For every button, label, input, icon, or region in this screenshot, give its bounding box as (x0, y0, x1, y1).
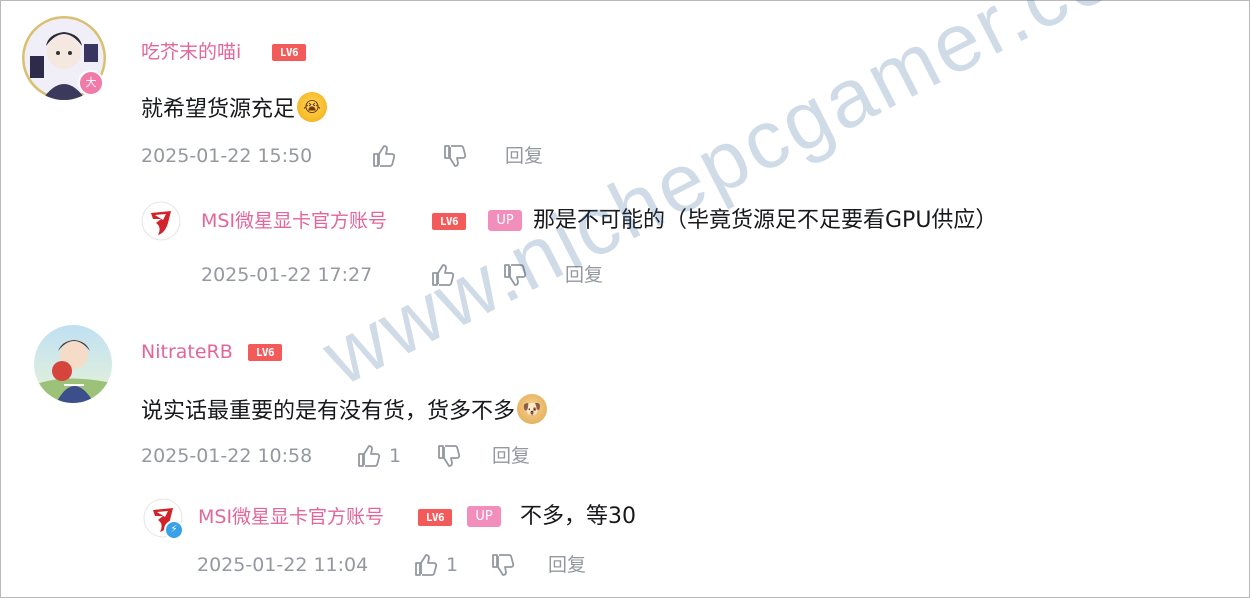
comment-text: 就希望货源充足 😭 (141, 92, 328, 125)
msi-dragon-logo-icon (141, 201, 181, 241)
doge-emoji-icon: 🐶 (517, 394, 548, 424)
thumbs-down-icon (438, 445, 461, 467)
level-badge: LV6 (418, 509, 452, 526)
username[interactable]: 吃芥末的喵i (141, 40, 241, 64)
like-count: 1 (389, 445, 402, 467)
reply-button[interactable]: 回复 (492, 444, 530, 468)
like-button[interactable] (413, 552, 439, 578)
thumbs-down-icon (504, 264, 527, 286)
thumbs-down-icon (492, 554, 515, 576)
verified-icon: ⚡ (164, 520, 184, 540)
level-badge: LV6 (432, 213, 466, 230)
reply-text: 那是不可能的（毕竟货源足不足要看GPU供应） (533, 208, 998, 233)
dislike-button[interactable] (442, 143, 468, 169)
thumbs-down-icon (444, 145, 467, 167)
dislike-button[interactable] (490, 552, 516, 578)
crying-laughing-emoji-icon: 😭 (297, 92, 328, 122)
thumbs-up-icon (358, 445, 381, 467)
thumbs-up-icon (415, 554, 438, 576)
reply-username[interactable]: MSI微星显卡官方账号 (198, 505, 384, 529)
like-button[interactable] (356, 443, 382, 469)
like-button[interactable] (371, 143, 397, 169)
comment-text: 说实话最重要的是有没有货，货多不多 🐶 (141, 394, 548, 427)
thumbs-up-icon (373, 145, 396, 167)
comment-body: 就希望货源充足 (141, 97, 296, 122)
username[interactable]: NitrateRB (141, 340, 233, 364)
timestamp: 2025-01-22 15:50 (141, 145, 313, 167)
timestamp: 2025-01-22 11:04 (197, 554, 369, 576)
timestamp: 2025-01-22 10:58 (141, 445, 313, 467)
timestamp: 2025-01-22 17:27 (201, 264, 373, 286)
dislike-button[interactable] (502, 262, 528, 288)
reply-username[interactable]: MSI微星显卡官方账号 (201, 209, 387, 233)
thumbs-up-icon (432, 264, 455, 286)
like-count: 1 (446, 554, 459, 576)
avatar[interactable] (34, 325, 112, 403)
reply-text: 不多，等30 (520, 504, 636, 529)
like-button[interactable] (430, 262, 456, 288)
level-badge: LV6 (272, 44, 306, 61)
msi-avatar[interactable] (141, 201, 181, 241)
reply-button[interactable]: 回复 (505, 144, 543, 168)
up-badge: UP (488, 210, 522, 231)
level-badge: LV6 (248, 344, 282, 361)
dislike-button[interactable] (436, 443, 462, 469)
reply-button[interactable]: 回复 (548, 553, 586, 577)
avatar-badge: 大 (78, 70, 104, 96)
comment-body: 说实话最重要的是有没有货，货多不多 (141, 399, 516, 424)
up-badge: UP (467, 506, 501, 527)
reply-button[interactable]: 回复 (565, 263, 603, 287)
